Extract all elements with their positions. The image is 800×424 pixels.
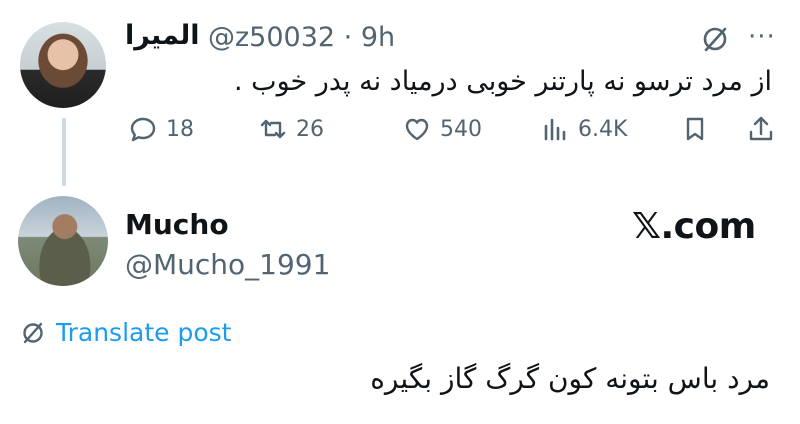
like-button[interactable]: 540 — [402, 114, 482, 144]
bookmark-icon — [686, 117, 704, 141]
reply-count: 18 — [166, 116, 194, 142]
thread-line — [62, 118, 66, 186]
reply-icon — [130, 117, 156, 142]
display-name-parent[interactable]: الميرا — [125, 20, 200, 51]
like-icon — [405, 118, 429, 141]
views-icon — [544, 118, 566, 141]
bookmark-button[interactable] — [680, 114, 710, 144]
timestamp-parent[interactable]: 9h — [361, 22, 395, 53]
handle-main[interactable]: @Mucho_1991 — [125, 248, 330, 281]
reply-button[interactable]: 18 — [128, 114, 194, 144]
handle-and-time-parent: @z50032 · 9h — [208, 22, 395, 53]
translate-post-link[interactable]: Translate post — [20, 318, 231, 347]
display-name-main[interactable]: Mucho — [125, 208, 229, 241]
views-button[interactable]: 6.4K — [540, 114, 627, 144]
like-count: 540 — [440, 116, 482, 142]
x-com-watermark: 𝕏.com — [632, 206, 756, 247]
more-options-button[interactable]: ··· — [748, 22, 776, 52]
translate-icon — [23, 322, 43, 343]
views-count: 6.4K — [578, 116, 628, 142]
repost-icon — [260, 119, 286, 139]
avatar-mucho[interactable] — [18, 196, 108, 286]
share-button[interactable] — [746, 114, 776, 144]
separator: · — [343, 22, 353, 53]
repost-count: 26 — [296, 116, 324, 142]
grok-icon[interactable] — [700, 24, 730, 54]
handle-parent[interactable]: @z50032 — [208, 22, 335, 53]
avatar-elmira[interactable] — [20, 22, 106, 108]
repost-button[interactable]: 26 — [258, 114, 324, 144]
tweet-text-main: مرد باس بتونه کون گرگ گاز بگیره — [370, 362, 770, 395]
tweet-text-parent: از مرد ترسو نه پارتنر خوبی درمیاد نه پدر… — [234, 66, 772, 97]
translate-label: Translate post — [56, 318, 232, 347]
share-icon — [749, 116, 773, 141]
